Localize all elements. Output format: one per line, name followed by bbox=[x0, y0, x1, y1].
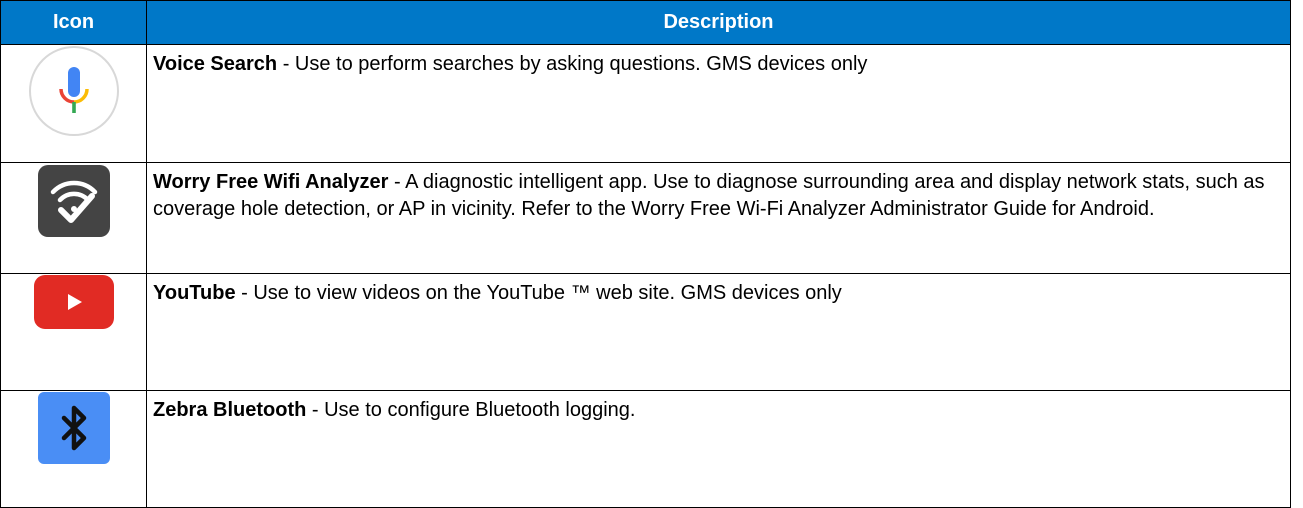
youtube-icon bbox=[33, 275, 114, 329]
app-description: - Use to perform searches by asking ques… bbox=[277, 53, 868, 75]
zebra-bluetooth-icon bbox=[37, 392, 110, 464]
apps-table: Icon Description Voice Search - Use to p… bbox=[0, 0, 1291, 508]
table-row: Voice Search - Use to perform searches b… bbox=[0, 44, 1291, 163]
app-description: - Use to configure Bluetooth logging. bbox=[306, 399, 636, 421]
voice-search-icon bbox=[28, 46, 119, 136]
table-row: Worry Free Wifi Analyzer - A diagnostic … bbox=[0, 162, 1291, 274]
app-name: Worry Free Wifi Analyzer bbox=[153, 171, 389, 193]
header-icon: Icon bbox=[0, 0, 147, 45]
table-row: Zebra Bluetooth - Use to configure Bluet… bbox=[0, 390, 1291, 508]
table-header-row: Icon Description bbox=[0, 0, 1291, 45]
header-description: Description bbox=[146, 0, 1291, 45]
worry-free-wifi-analyzer-icon bbox=[37, 165, 110, 237]
app-description: - Use to view videos on the YouTube ™ we… bbox=[235, 282, 842, 304]
app-name: YouTube bbox=[153, 282, 236, 304]
app-name: Zebra Bluetooth bbox=[153, 399, 307, 421]
app-name: Voice Search bbox=[153, 53, 278, 75]
table-row: YouTube - Use to view videos on the YouT… bbox=[0, 273, 1291, 391]
